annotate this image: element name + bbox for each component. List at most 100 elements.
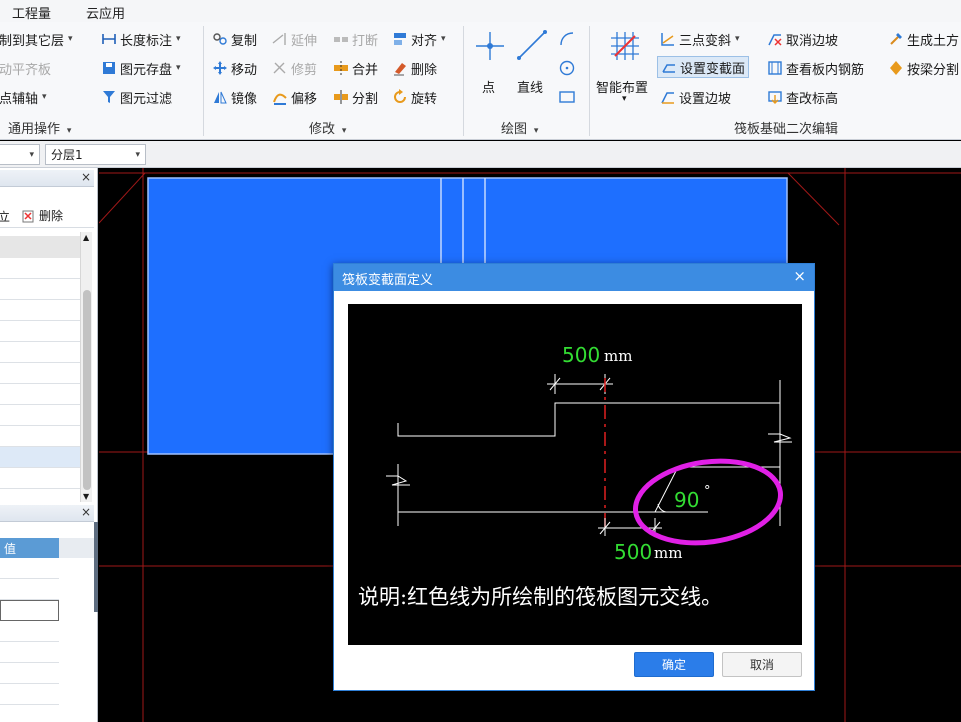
close-icon[interactable]: × — [793, 267, 806, 285]
group-label-raft: 筏板基础二次编辑 — [734, 118, 838, 137]
set-section-button[interactable]: 设置变截面 — [657, 56, 750, 78]
circle-tool-button[interactable] — [558, 57, 576, 79]
extend-label: 延伸 — [291, 33, 318, 49]
break-button[interactable]: 打断 — [333, 28, 378, 50]
scroll-up-icon[interactable]: ▲ — [83, 233, 89, 242]
group-divider — [463, 26, 464, 136]
line-label: 直线 — [517, 81, 544, 96]
split-label: 分割 — [352, 91, 379, 107]
section-diagram: 500 mm 500 mm 90 ° 说明:红色线为所绘制的筏板图元交线。 — [358, 343, 792, 609]
menu-cloud-app[interactable]: 云应用 — [86, 3, 125, 22]
section-top-profile — [397, 402, 780, 437]
dialog-title-bar[interactable]: 筏板变截面定义 — [334, 264, 814, 291]
align-button[interactable]: 对齐 ▾ — [392, 28, 446, 50]
list-row[interactable] — [0, 279, 80, 300]
view-rebar-button[interactable]: 查看板内钢筋 — [767, 57, 864, 79]
property-header-filler — [59, 538, 94, 558]
group-label-modify[interactable]: 修改 ▾ — [309, 118, 346, 137]
menu-quantity[interactable]: 工程量 — [12, 3, 51, 22]
extend-button[interactable]: 延伸 — [272, 28, 317, 50]
property-row[interactable] — [0, 684, 59, 705]
auto-align-slab-button[interactable]: 自动平齐板 — [0, 57, 51, 79]
copy-to-floor-button[interactable]: 复制到其它层▾ — [0, 28, 73, 50]
rotate-button[interactable]: 旋转 — [392, 86, 437, 108]
close-icon[interactable]: × — [81, 170, 91, 184]
trim-button[interactable]: 修剪 — [272, 57, 317, 79]
view-rebar-icon — [767, 60, 783, 76]
two-point-axis-button[interactable]: 两点辅轴▾ — [0, 86, 47, 108]
dim-bottom-unit: mm — [654, 544, 682, 562]
mirror-button[interactable]: 镜像 — [212, 86, 257, 108]
property-row[interactable] — [0, 558, 59, 579]
element-filter-button[interactable]: 图元过滤 — [101, 86, 172, 108]
element-type-combo[interactable]: ▾ — [0, 144, 40, 165]
list-row[interactable] — [0, 426, 80, 447]
generate-earthwork-button[interactable]: 生成土方 — [888, 28, 959, 50]
caret-icon: ▾ — [441, 34, 446, 44]
ok-button[interactable]: 确定 — [634, 652, 714, 677]
rectangle-tool-button[interactable] — [558, 86, 576, 108]
merge-button[interactable]: 合并 — [333, 57, 378, 79]
cancel-button[interactable]: 取消 — [722, 652, 802, 677]
list-row[interactable] — [0, 321, 80, 342]
smart-layout-button[interactable] — [606, 26, 644, 66]
list-row[interactable] — [0, 258, 80, 279]
cancel-edge-slope-button[interactable]: 取消边坡 — [767, 28, 838, 50]
offset-button[interactable]: 偏移 — [272, 86, 317, 108]
property-row[interactable] — [0, 642, 59, 663]
set-edge-slope-button[interactable]: 设置边坡 — [660, 86, 731, 108]
axis-line-diagonal — [787, 172, 840, 226]
group-label-general[interactable]: 通用操作 ▾ — [8, 118, 71, 137]
cancel-edge-slope-label: 取消边坡 — [786, 33, 839, 49]
line-tool-button[interactable] — [514, 26, 550, 64]
list-row-selected[interactable] — [0, 447, 80, 468]
property-row[interactable] — [0, 579, 59, 600]
modify-group-label: 修改 — [309, 122, 336, 137]
rectangle-icon — [559, 91, 575, 103]
offset-label: 偏移 — [291, 91, 318, 107]
list-row[interactable] — [0, 342, 80, 363]
clipped-button-label[interactable]: 立 — [0, 208, 10, 225]
delete-button[interactable]: 删除 — [392, 57, 437, 79]
component-panel-header: × — [0, 170, 94, 187]
list-row[interactable] — [0, 468, 80, 489]
element-filter-label: 图元过滤 — [120, 91, 173, 107]
section-note: 说明:红色线为所绘制的筏板图元交线。 — [358, 585, 722, 609]
set-edge-slope-icon — [660, 89, 676, 105]
delete-component-button[interactable]: 删除 — [20, 207, 63, 224]
property-row-selected[interactable] — [0, 600, 59, 621]
group-label-draw[interactable]: 绘图 ▾ — [501, 118, 538, 137]
split-button[interactable]: 分割 — [333, 86, 378, 108]
scrollbar-thumb[interactable] — [83, 290, 91, 490]
list-row[interactable] — [0, 405, 80, 426]
list-row[interactable] — [0, 363, 80, 384]
angle-arc — [657, 503, 667, 513]
three-point-slope-icon — [660, 31, 676, 47]
move-button[interactable]: 移动 — [212, 57, 257, 79]
angle-unit: ° — [704, 484, 711, 499]
panel-collapse-handle[interactable] — [94, 522, 98, 612]
group-divider — [203, 26, 204, 136]
property-row[interactable] — [0, 621, 59, 642]
component-list-scrollbar[interactable]: ▲ ▼ — [80, 232, 92, 502]
split-by-beam-label: 按梁分割 — [907, 62, 960, 78]
property-toolbar: ▾ 分层1 ▾ — [0, 141, 961, 168]
copy-button[interactable]: 复制 — [212, 28, 257, 50]
break-label: 打断 — [352, 33, 379, 49]
close-icon[interactable]: × — [81, 505, 91, 519]
length-mark-label: 长度标注 — [120, 33, 173, 49]
arc-tool-button[interactable] — [558, 28, 576, 50]
circle-icon — [559, 60, 575, 76]
split-by-beam-button[interactable]: 按梁分割 — [888, 57, 959, 79]
list-row[interactable] — [0, 300, 80, 321]
point-tool-button[interactable] — [472, 28, 508, 64]
change-elevation-button[interactable]: 查改标高 — [767, 86, 838, 108]
dim-bottom-value: 500 — [614, 540, 652, 564]
save-element-button[interactable]: 图元存盘 ▾ — [101, 57, 181, 79]
floor-layer-combo[interactable]: 分层1 ▾ — [45, 144, 146, 165]
list-row[interactable] — [0, 384, 80, 405]
property-row[interactable] — [0, 663, 59, 684]
three-point-slope-button[interactable]: 三点变斜 ▾ — [660, 28, 740, 50]
scroll-down-icon[interactable]: ▼ — [83, 492, 89, 501]
length-mark-button[interactable]: 长度标注 ▾ — [101, 28, 181, 50]
